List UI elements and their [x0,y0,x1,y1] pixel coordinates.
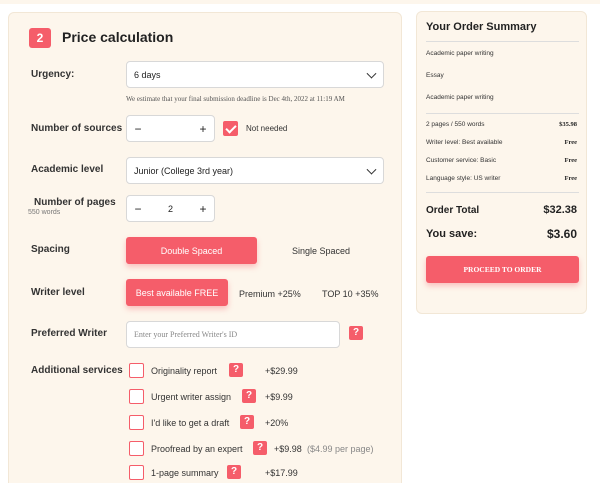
double-spaced-button[interactable]: Double Spaced [126,237,257,264]
summary-row-label: Customer service: Basic [426,157,497,164]
sources-value[interactable] [149,116,192,141]
writer-level-label: Writer level [31,287,85,298]
help-icon[interactable]: ? [240,415,254,429]
summary-row-label: Writer level: Best available [426,139,503,146]
price-calculation-title: Price calculation [62,29,174,45]
pages-minus-button[interactable]: − [127,196,149,221]
service-price: +$9.98 [274,444,302,454]
summary-row-value: $35.98 [559,121,577,128]
summary-row-value: Free [564,175,577,182]
urgency-label: Urgency: [31,69,75,80]
pages-label: Number of pages [34,197,116,208]
urgent-writer-checkbox[interactable] [129,389,144,404]
summary-row-label: 2 pages / 550 words [426,121,485,128]
service-price-note: ($4.99 per page) [307,444,374,454]
originality-report-checkbox[interactable] [129,363,144,378]
service-price: +$29.99 [265,366,298,376]
service-name: Proofread by an expert [151,444,243,454]
deadline-note: We estimate that your final submission d… [126,95,345,103]
not-needed-label: Not needed [246,124,288,133]
divider [426,192,579,193]
price-calculation-panel: 2 Price calculation Urgency: 6 days We e… [8,12,402,483]
step-number-badge: 2 [29,28,51,48]
order-total-value: $32.38 [543,204,577,216]
order-summary-panel: Your Order Summary Academic paper writin… [416,11,587,314]
pages-words-note: 550 words [28,209,61,216]
order-summary-title: Your Order Summary [426,21,537,33]
additional-services-label: Additional services [31,365,123,376]
spacing-label: Spacing [31,244,70,255]
sources-plus-button[interactable]: + [192,116,214,141]
urgency-value: 6 days [134,69,161,80]
proceed-to-order-button[interactable]: PROCEED TO ORDER [426,256,579,283]
premium-button[interactable]: Premium +25% [239,289,301,299]
single-spaced-button[interactable]: Single Spaced [292,246,350,256]
help-icon[interactable]: ? [349,326,363,340]
service-price: +$9.99 [265,392,293,402]
summary-row-value: Free [564,157,577,164]
summary-row-value: Free [564,139,577,146]
help-icon[interactable]: ? [253,441,267,455]
draft-checkbox[interactable] [129,415,144,430]
service-name: I'd like to get a draft [151,418,230,428]
summary-subject: Academic paper writing [426,94,494,101]
service-name: Originality report [151,366,218,376]
service-name: 1-page summary [151,468,219,478]
academic-level-label: Academic level [31,164,104,175]
summary-row-label: Language style: US writer [426,175,501,182]
help-icon[interactable]: ? [229,363,243,377]
top-strip [0,0,600,4]
chevron-down-icon [366,164,377,175]
academic-level-select[interactable]: Junior (College 3rd year) [126,157,384,184]
service-price: +20% [265,418,289,428]
academic-level-value: Junior (College 3rd year) [134,165,234,176]
top10-button[interactable]: TOP 10 +35% [322,289,378,299]
summary-checkbox[interactable] [129,465,144,480]
chevron-down-icon [366,68,377,79]
service-price: +$17.99 [265,468,298,478]
divider [426,113,579,114]
you-save-label: You save: [426,228,478,240]
you-save-value: $3.60 [546,227,577,241]
service-name: Urgent writer assign [151,392,232,402]
proofread-checkbox[interactable] [129,441,144,456]
help-icon[interactable]: ? [242,389,256,403]
order-total-label: Order Total [426,205,480,216]
preferred-writer-label: Preferred Writer [31,328,107,339]
help-icon[interactable]: ? [227,465,241,479]
pages-value[interactable]: 2 [149,196,192,221]
summary-type: Essay [426,72,444,79]
pages-plus-button[interactable]: + [192,196,214,221]
pages-stepper[interactable]: − 2 + [126,195,215,222]
preferred-writer-input[interactable]: Enter your Preferred Writer's ID [126,321,340,348]
not-needed-checkbox[interactable] [223,121,238,136]
divider [426,41,579,42]
sources-label: Number of sources [31,123,123,134]
best-available-button[interactable]: Best available FREE [126,279,228,306]
urgency-select[interactable]: 6 days [126,61,384,88]
sources-stepper[interactable]: − + [126,115,215,142]
summary-service: Academic paper writing [426,50,494,57]
sources-minus-button[interactable]: − [127,116,149,141]
